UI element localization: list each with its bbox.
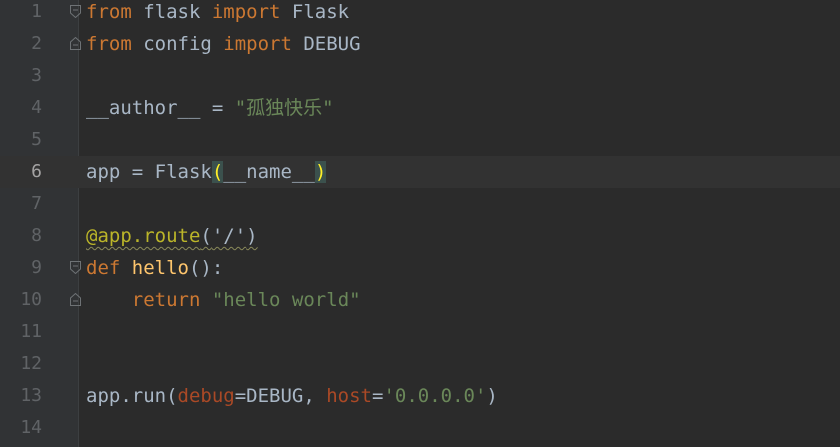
code-line[interactable]: 7 xyxy=(0,188,840,220)
code-token: @app.route xyxy=(86,225,201,247)
line-number: 11 xyxy=(20,321,42,342)
code-text[interactable]: app = Flask(__name__) xyxy=(86,156,327,188)
code-line[interactable]: 4 __author__ = "孤独快乐" xyxy=(0,92,840,124)
code-token: from xyxy=(86,1,132,23)
code-token: hello xyxy=(131,257,189,279)
code-text[interactable]: __author__ = "孤独快乐" xyxy=(86,92,334,124)
code-line[interactable]: 8 @app.route('/') xyxy=(0,220,840,252)
code-token: host xyxy=(326,385,372,407)
code-token: import xyxy=(223,33,292,55)
code-token: DEBUG xyxy=(291,33,361,55)
code-line[interactable]: 1 from flask import Flask xyxy=(0,0,840,28)
code-token: ( xyxy=(211,161,224,183)
code-token: = xyxy=(372,385,384,407)
code-line[interactable]: 2 from config import DEBUG xyxy=(0,28,840,60)
fold-start-icon[interactable] xyxy=(70,5,81,18)
code-token: ( xyxy=(200,225,212,247)
code-text[interactable]: return "hello world" xyxy=(86,284,361,316)
code-token: __name__ xyxy=(223,161,315,183)
line-number: 10 xyxy=(20,289,42,310)
code-token: '0.0.0.0' xyxy=(383,385,487,407)
code-editor[interactable]: 1 from flask import Flask 2 from config imp… xyxy=(0,0,840,447)
line-number: 4 xyxy=(31,97,42,118)
code-token: Flask xyxy=(280,1,350,23)
code-line[interactable]: 10 return "hello world" xyxy=(0,284,840,316)
code-token: "孤独快乐" xyxy=(234,97,334,119)
code-token: import xyxy=(211,1,281,23)
code-token: "hello world" xyxy=(211,289,361,311)
code-token: from xyxy=(86,33,132,55)
code-text[interactable]: from flask import Flask xyxy=(86,0,349,28)
line-number: 3 xyxy=(31,65,42,86)
code-line[interactable]: 5 xyxy=(0,124,840,156)
line-number: 12 xyxy=(20,353,42,374)
code-token: app.run( xyxy=(86,385,178,407)
code-line[interactable]: 12 xyxy=(0,348,840,380)
code-line[interactable]: 6 app = Flask(__name__) xyxy=(0,156,840,188)
code-token: (): xyxy=(188,257,224,279)
code-token: app = Flask xyxy=(86,161,212,183)
code-line[interactable]: 9 def hello(): xyxy=(0,252,840,284)
line-number: 9 xyxy=(31,257,42,278)
code-text[interactable]: @app.route('/') xyxy=(86,220,258,252)
code-token: ) xyxy=(314,161,327,183)
line-number: 14 xyxy=(20,417,42,438)
code-token: ) xyxy=(246,225,258,247)
code-token: __author__ = xyxy=(86,97,235,119)
code-token: debug xyxy=(177,385,235,407)
code-token: ) xyxy=(486,385,498,407)
line-number: 13 xyxy=(20,385,42,406)
line-number: 6 xyxy=(31,161,42,182)
code-text[interactable]: app.run(debug=DEBUG, host='0.0.0.0') xyxy=(86,380,498,412)
code-text[interactable]: def hello(): xyxy=(86,252,223,284)
line-number: 7 xyxy=(31,193,42,214)
fold-start-icon[interactable] xyxy=(70,261,81,274)
line-number: 5 xyxy=(31,129,42,150)
code-line[interactable]: 13 app.run(debug=DEBUG, host='0.0.0.0') xyxy=(0,380,840,412)
code-text[interactable]: from config import DEBUG xyxy=(86,28,361,60)
line-number: 2 xyxy=(31,33,42,54)
line-number: 8 xyxy=(31,225,42,246)
code-line[interactable]: 14 xyxy=(0,412,840,444)
code-token: =DEBUG, xyxy=(234,385,327,407)
code-token: config xyxy=(131,33,224,55)
code-token: flask xyxy=(131,1,212,23)
line-number: 1 xyxy=(31,1,42,22)
fold-end-icon[interactable] xyxy=(70,293,81,306)
code-line[interactable]: 3 xyxy=(0,60,840,92)
code-token: def xyxy=(86,257,121,279)
code-line[interactable]: 11 xyxy=(0,316,840,348)
code-token: return xyxy=(131,289,201,311)
fold-end-icon[interactable] xyxy=(70,37,81,50)
code-token: '/' xyxy=(211,225,247,247)
